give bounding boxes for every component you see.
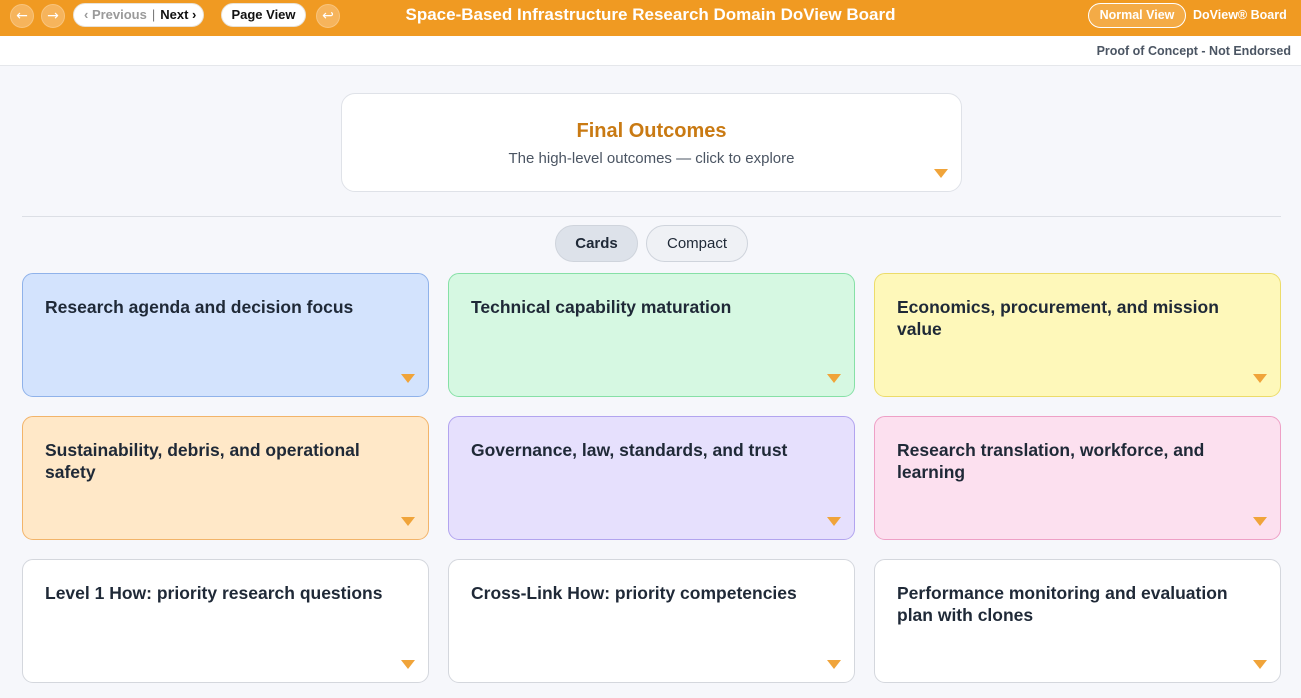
caret-down-icon xyxy=(827,660,841,669)
outcome-card-label: Research translation, workforce, and lea… xyxy=(897,440,1205,482)
return-button[interactable]: ↩ xyxy=(316,4,340,28)
cards-view-toggle[interactable]: Cards xyxy=(555,225,638,262)
outcome-card[interactable]: Research translation, workforce, and lea… xyxy=(874,416,1281,540)
final-outcomes-subtitle: The high-level outcomes — click to explo… xyxy=(508,150,795,167)
brand-label: DoView® Board xyxy=(1193,8,1287,22)
outcome-card-label: Cross-Link How: priority competencies xyxy=(471,583,797,603)
page-view-button[interactable]: Page View xyxy=(221,3,306,27)
outcome-card[interactable]: Performance monitoring and evaluation pl… xyxy=(874,559,1281,683)
outcome-card-label: Economics, procurement, and mission valu… xyxy=(897,297,1219,339)
previous-button[interactable]: ‹ Previous xyxy=(84,7,147,22)
caret-down-icon xyxy=(1253,660,1267,669)
caret-down-icon xyxy=(401,374,415,383)
return-arrow-icon: ↩ xyxy=(322,8,334,24)
caret-down-icon xyxy=(1253,374,1267,383)
prev-next-control: ‹ Previous | Next › xyxy=(73,3,204,27)
top-bar: ← → ‹ Previous | Next › Page View ↩ Space-… xyxy=(0,0,1301,36)
subheader: Proof of Concept - Not Endorsed xyxy=(0,36,1301,66)
outcome-card[interactable]: Economics, procurement, and mission valu… xyxy=(874,273,1281,397)
final-outcomes-card[interactable]: Final Outcomes The high-level outcomes —… xyxy=(341,93,962,192)
outcome-card-label: Sustainability, debris, and operational … xyxy=(45,440,360,482)
prev-next-separator: | xyxy=(151,7,156,22)
outcome-card[interactable]: Governance, law, standards, and trust xyxy=(448,416,855,540)
outcome-card[interactable]: Technical capability maturation xyxy=(448,273,855,397)
outcome-card-label: Performance monitoring and evaluation pl… xyxy=(897,583,1228,625)
compact-view-toggle[interactable]: Compact xyxy=(646,225,748,262)
outcome-card[interactable]: Cross-Link How: priority competencies xyxy=(448,559,855,683)
outcome-card[interactable]: Level 1 How: priority research questions xyxy=(22,559,429,683)
arrow-right-icon: → xyxy=(47,8,59,24)
section-divider xyxy=(22,216,1281,217)
forward-button[interactable]: → xyxy=(41,4,65,28)
outcome-card[interactable]: Research agenda and decision focus xyxy=(22,273,429,397)
arrow-left-icon: ← xyxy=(16,8,28,24)
next-button[interactable]: Next › xyxy=(160,7,196,22)
final-outcomes-title: Final Outcomes xyxy=(576,120,727,142)
caret-down-icon xyxy=(827,374,841,383)
caret-down-icon xyxy=(827,517,841,526)
normal-view-button[interactable]: Normal View xyxy=(1088,3,1186,28)
back-button[interactable]: ← xyxy=(10,4,34,28)
caret-down-icon xyxy=(401,660,415,669)
outcome-card-label: Governance, law, standards, and trust xyxy=(471,440,788,460)
caret-down-icon xyxy=(401,517,415,526)
outcome-card-label: Technical capability maturation xyxy=(471,297,732,317)
caret-down-icon xyxy=(934,169,948,178)
disclaimer: Proof of Concept - Not Endorsed xyxy=(1096,44,1291,58)
caret-down-icon xyxy=(1253,517,1267,526)
outcome-card-label: Research agenda and decision focus xyxy=(45,297,354,317)
outcome-card[interactable]: Sustainability, debris, and operational … xyxy=(22,416,429,540)
outcome-card-label: Level 1 How: priority research questions xyxy=(45,583,383,603)
